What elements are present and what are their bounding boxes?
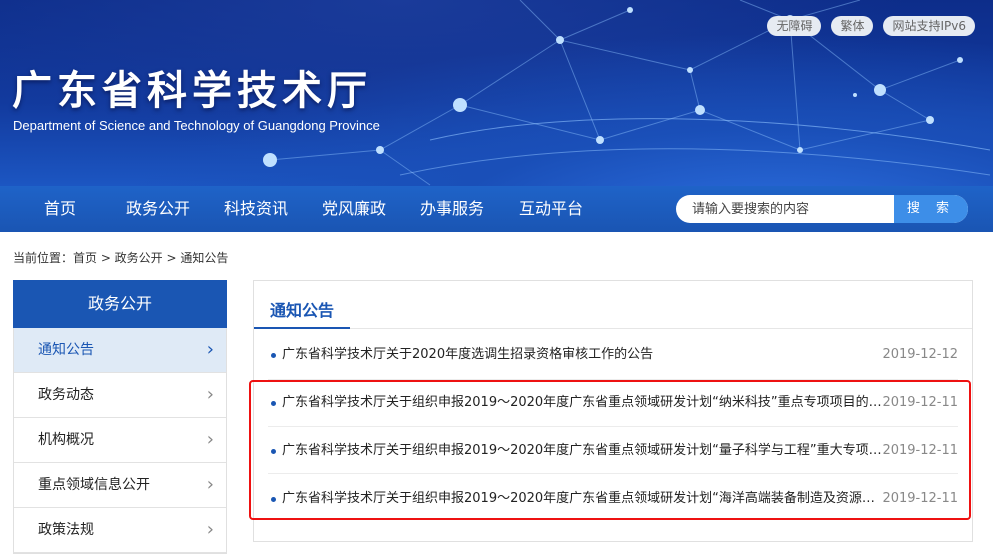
sidebar-item-gov-news[interactable]: 政务动态 ›: [14, 373, 226, 418]
chevron-right-icon: ›: [206, 429, 214, 450]
sidebar-item-label: 机构概况: [38, 432, 94, 448]
sidebar-item-policies[interactable]: 政策法规 ›: [14, 508, 226, 553]
sidebar-item-label: 政策法规: [38, 522, 94, 538]
sidebar-heading: 政务公开: [13, 280, 227, 328]
chevron-right-icon: ›: [206, 519, 214, 540]
sidebar-item-organization[interactable]: 机构概况 ›: [14, 418, 226, 463]
sidebar-item-notices[interactable]: 通知公告 ›: [14, 328, 226, 373]
nav-integrity[interactable]: 党风廉政: [322, 186, 386, 232]
sidebar-item-key-areas[interactable]: 重点领域信息公开 ›: [14, 463, 226, 508]
chevron-right-icon: ›: [206, 384, 214, 405]
ipv6-badge[interactable]: 网站支持IPv6: [883, 16, 975, 36]
notice-date: 2019-12-12: [882, 347, 958, 362]
panel-title: 通知公告: [270, 301, 335, 320]
chevron-right-icon: ›: [206, 339, 214, 360]
highlight-box: [249, 380, 971, 520]
title-underline: [254, 327, 350, 329]
nav-services[interactable]: 办事服务: [420, 186, 484, 232]
site-subtitle: Department of Science and Technology of …: [13, 118, 380, 133]
traditional-chinese-link[interactable]: 繁体: [831, 16, 874, 36]
nav-interaction[interactable]: 互动平台: [519, 186, 583, 232]
search-box: 搜 索: [676, 195, 968, 223]
accessibility-link[interactable]: 无障碍: [767, 16, 822, 36]
chevron-right-icon: ›: [206, 474, 214, 495]
sidebar-item-label: 政务动态: [38, 387, 94, 403]
sidebar-menu: 通知公告 › 政务动态 › 机构概况 › 重点领域信息公开 › 政策法规 ›: [13, 328, 227, 554]
site-title: 广东省科学技术厅: [12, 67, 372, 114]
sidebar-item-label: 通知公告: [38, 342, 94, 358]
nav-home[interactable]: 首页: [44, 186, 76, 232]
search-button[interactable]: 搜 索: [894, 195, 968, 223]
nav-sci-news[interactable]: 科技资讯: [224, 186, 288, 232]
sidebar-item-label: 重点领域信息公开: [38, 477, 150, 493]
breadcrumb: 当前位置：首页 > 政务公开 > 通知公告: [13, 251, 229, 265]
bullet-icon: [271, 353, 276, 358]
nav-gov-affairs[interactable]: 政务公开: [126, 186, 190, 232]
top-links: 无障碍 繁体 网站支持IPv6: [767, 16, 975, 36]
notice-title[interactable]: 广东省科学技术厅关于2020年度选调生招录资格审核工作的公告: [282, 343, 882, 367]
search-input[interactable]: [676, 195, 908, 223]
list-item[interactable]: 广东省科学技术厅关于2020年度选调生招录资格审核工作的公告 2019-12-1…: [268, 343, 958, 367]
divider: [350, 328, 972, 329]
header-banner: 无障碍 繁体 网站支持IPv6 广东省科学技术厅 Department of S…: [0, 0, 993, 186]
